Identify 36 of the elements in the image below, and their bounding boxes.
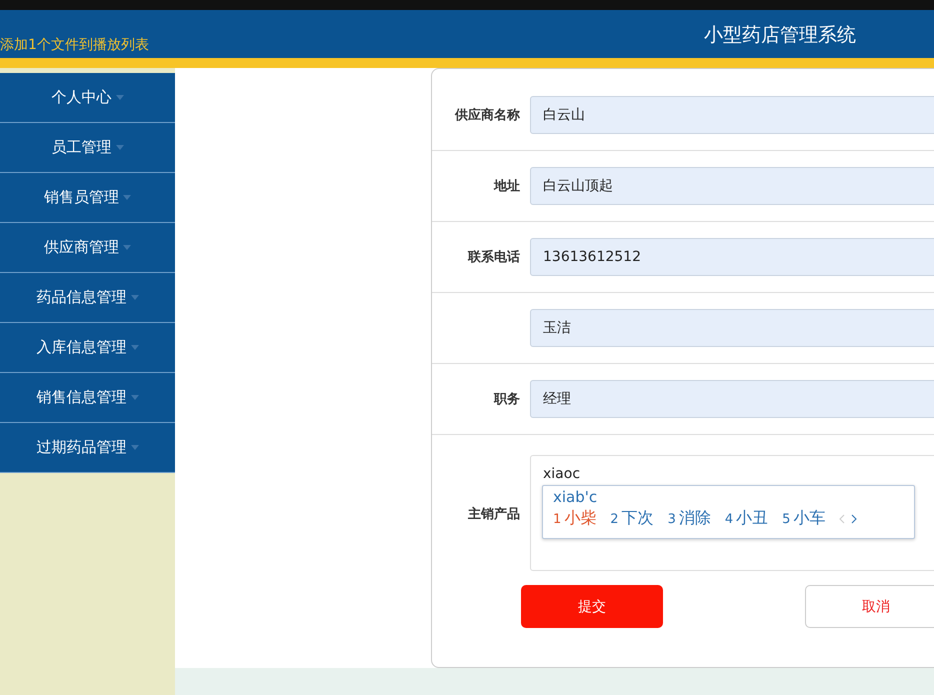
caret-icon: [123, 245, 131, 250]
caret-icon: [130, 345, 138, 350]
caret-icon: [116, 145, 124, 150]
input-field[interactable]: 白云山顶起: [530, 167, 934, 205]
field-label: 联系电话: [466, 248, 520, 266]
caret-icon: [116, 95, 124, 100]
ime-candidate[interactable]: 1 小柴: [553, 508, 596, 529]
input-field[interactable]: 经理: [530, 380, 934, 418]
sidebar-item[interactable]: 过期药品管理: [0, 423, 175, 473]
sidebar-item[interactable]: 员工管理: [0, 123, 175, 173]
input-field[interactable]: 13613612512: [530, 238, 934, 276]
field-label: 主销产品: [467, 506, 520, 523]
ime-candidate[interactable]: 5 小车: [782, 508, 826, 529]
app-title: 小型药店管理系统: [704, 23, 856, 48]
submit-button[interactable]: 提交: [521, 585, 663, 628]
input-field[interactable]: 白云山: [530, 96, 934, 134]
sidebar-item[interactable]: 销售员管理: [0, 173, 175, 223]
sidebar-item[interactable]: 个人中心: [0, 73, 175, 123]
input-field[interactable]: 玉洁: [530, 309, 934, 347]
notice-text: 添加1个文件到播放列表: [0, 36, 149, 55]
sidebar-item[interactable]: 供应商管理: [0, 223, 175, 273]
cancel-button[interactable]: 取消: [805, 585, 934, 628]
sidebar-item[interactable]: 入库信息管理: [0, 323, 175, 373]
field-label: 地址: [492, 178, 520, 195]
caret-icon: [130, 295, 138, 300]
field-label: 职务: [492, 391, 520, 408]
ime-candidate[interactable]: 3 消除: [668, 508, 711, 529]
ime-candidate[interactable]: 2 下次: [610, 508, 654, 529]
caret-icon: [130, 445, 138, 450]
sidebar-item[interactable]: 销售信息管理: [0, 373, 175, 423]
caret-icon: [130, 395, 138, 400]
caret-icon: [123, 195, 131, 200]
field-label: 供应商名称: [454, 106, 520, 124]
sidebar-item[interactable]: 药品信息管理: [0, 273, 175, 323]
ime-composition: xiab'c: [553, 487, 598, 508]
ime-candidate[interactable]: 4 小丑: [724, 508, 768, 529]
